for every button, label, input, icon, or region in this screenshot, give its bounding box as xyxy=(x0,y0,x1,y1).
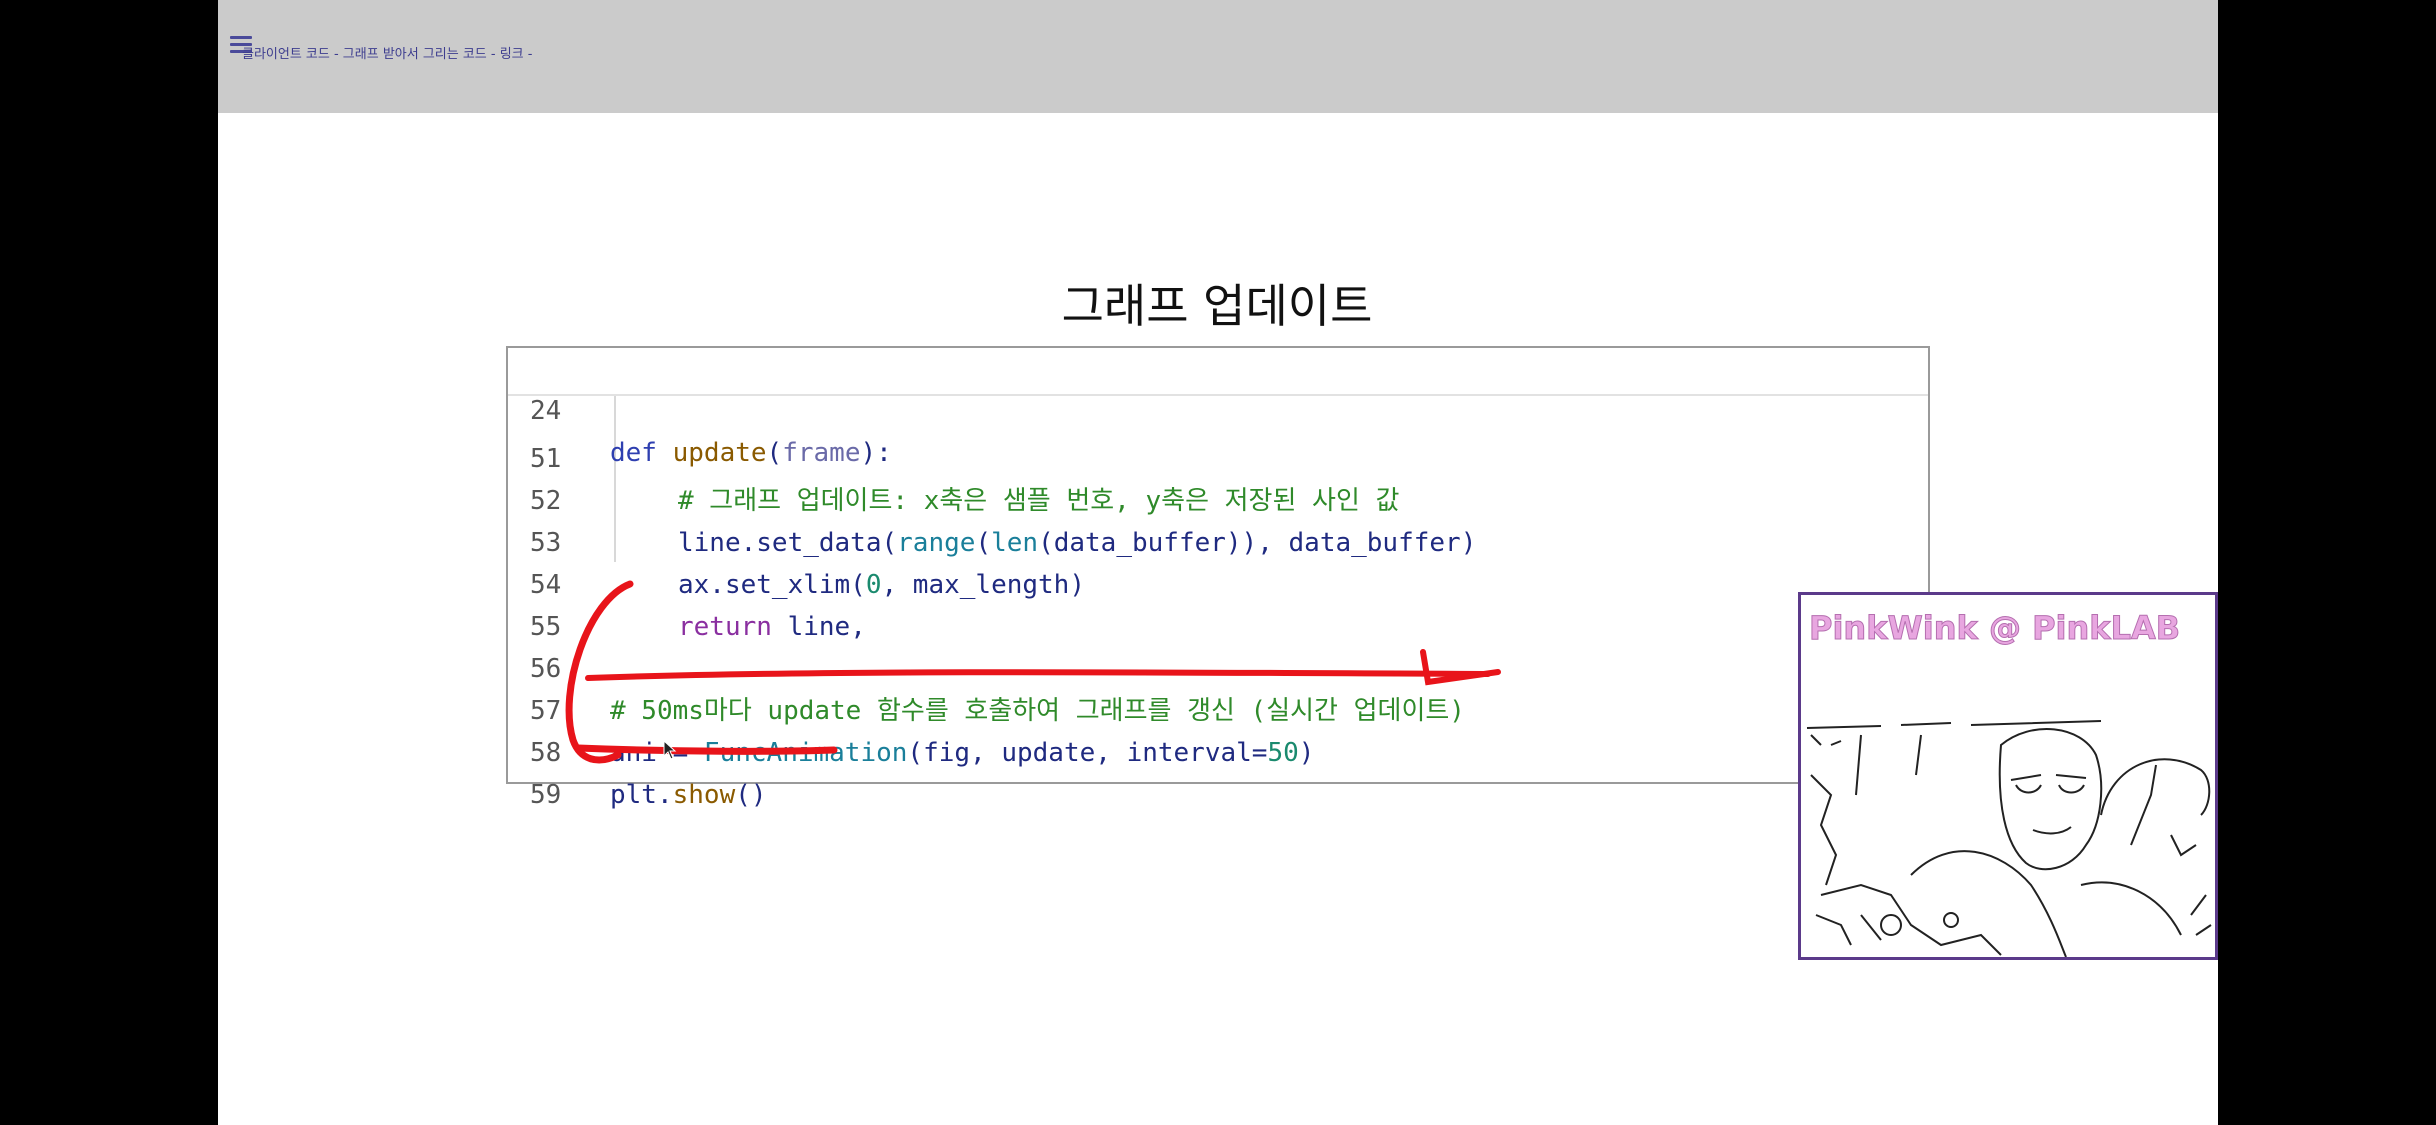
mouse-cursor-icon xyxy=(663,740,677,760)
code-block: 24 def update(frame): 51 # 그래프 업데이트: x축은… xyxy=(506,346,1930,810)
webcam-overlay: PinkWink @ PinkLAB xyxy=(1798,592,2218,960)
code-line: 59 xyxy=(508,732,1928,810)
code-line: 54 return line, xyxy=(508,522,1928,642)
code-line: 53 ax.set_xlim(0, max_length) xyxy=(508,480,1928,600)
top-bar: 클라이언트 코드 - 그래프 받아서 그리는 코드 - 링크 - xyxy=(218,0,2218,113)
code-line: 52 line.set_data(range(len(data_buffer))… xyxy=(508,438,1928,558)
slide: 클라이언트 코드 - 그래프 받아서 그리는 코드 - 링크 - 그래프 업데이… xyxy=(218,0,2218,1125)
webcam-sketch-image xyxy=(1806,720,2212,957)
code-line: 56 # 50ms마다 update 함수를 호출하여 그래프를 갱신 (실시간… xyxy=(508,606,1928,726)
code-line: 57 ani = FuncAnimation(fig, update, inte… xyxy=(508,648,1928,768)
document-title: 클라이언트 코드 - 그래프 받아서 그리는 코드 - 링크 - xyxy=(242,47,533,62)
code-text: plt.show() xyxy=(610,780,767,810)
code-line: 55 xyxy=(508,564,1928,642)
code-line: 24 def update(frame): xyxy=(508,348,1928,468)
line-number: 59 xyxy=(530,780,562,810)
code-line: 58 plt.show() xyxy=(508,690,1928,810)
slide-title: 그래프 업데이트 xyxy=(1061,279,1373,333)
code-line: 51 # 그래프 업데이트: x축은 샘플 번호, y축은 저장된 사인 값 xyxy=(508,396,1928,516)
